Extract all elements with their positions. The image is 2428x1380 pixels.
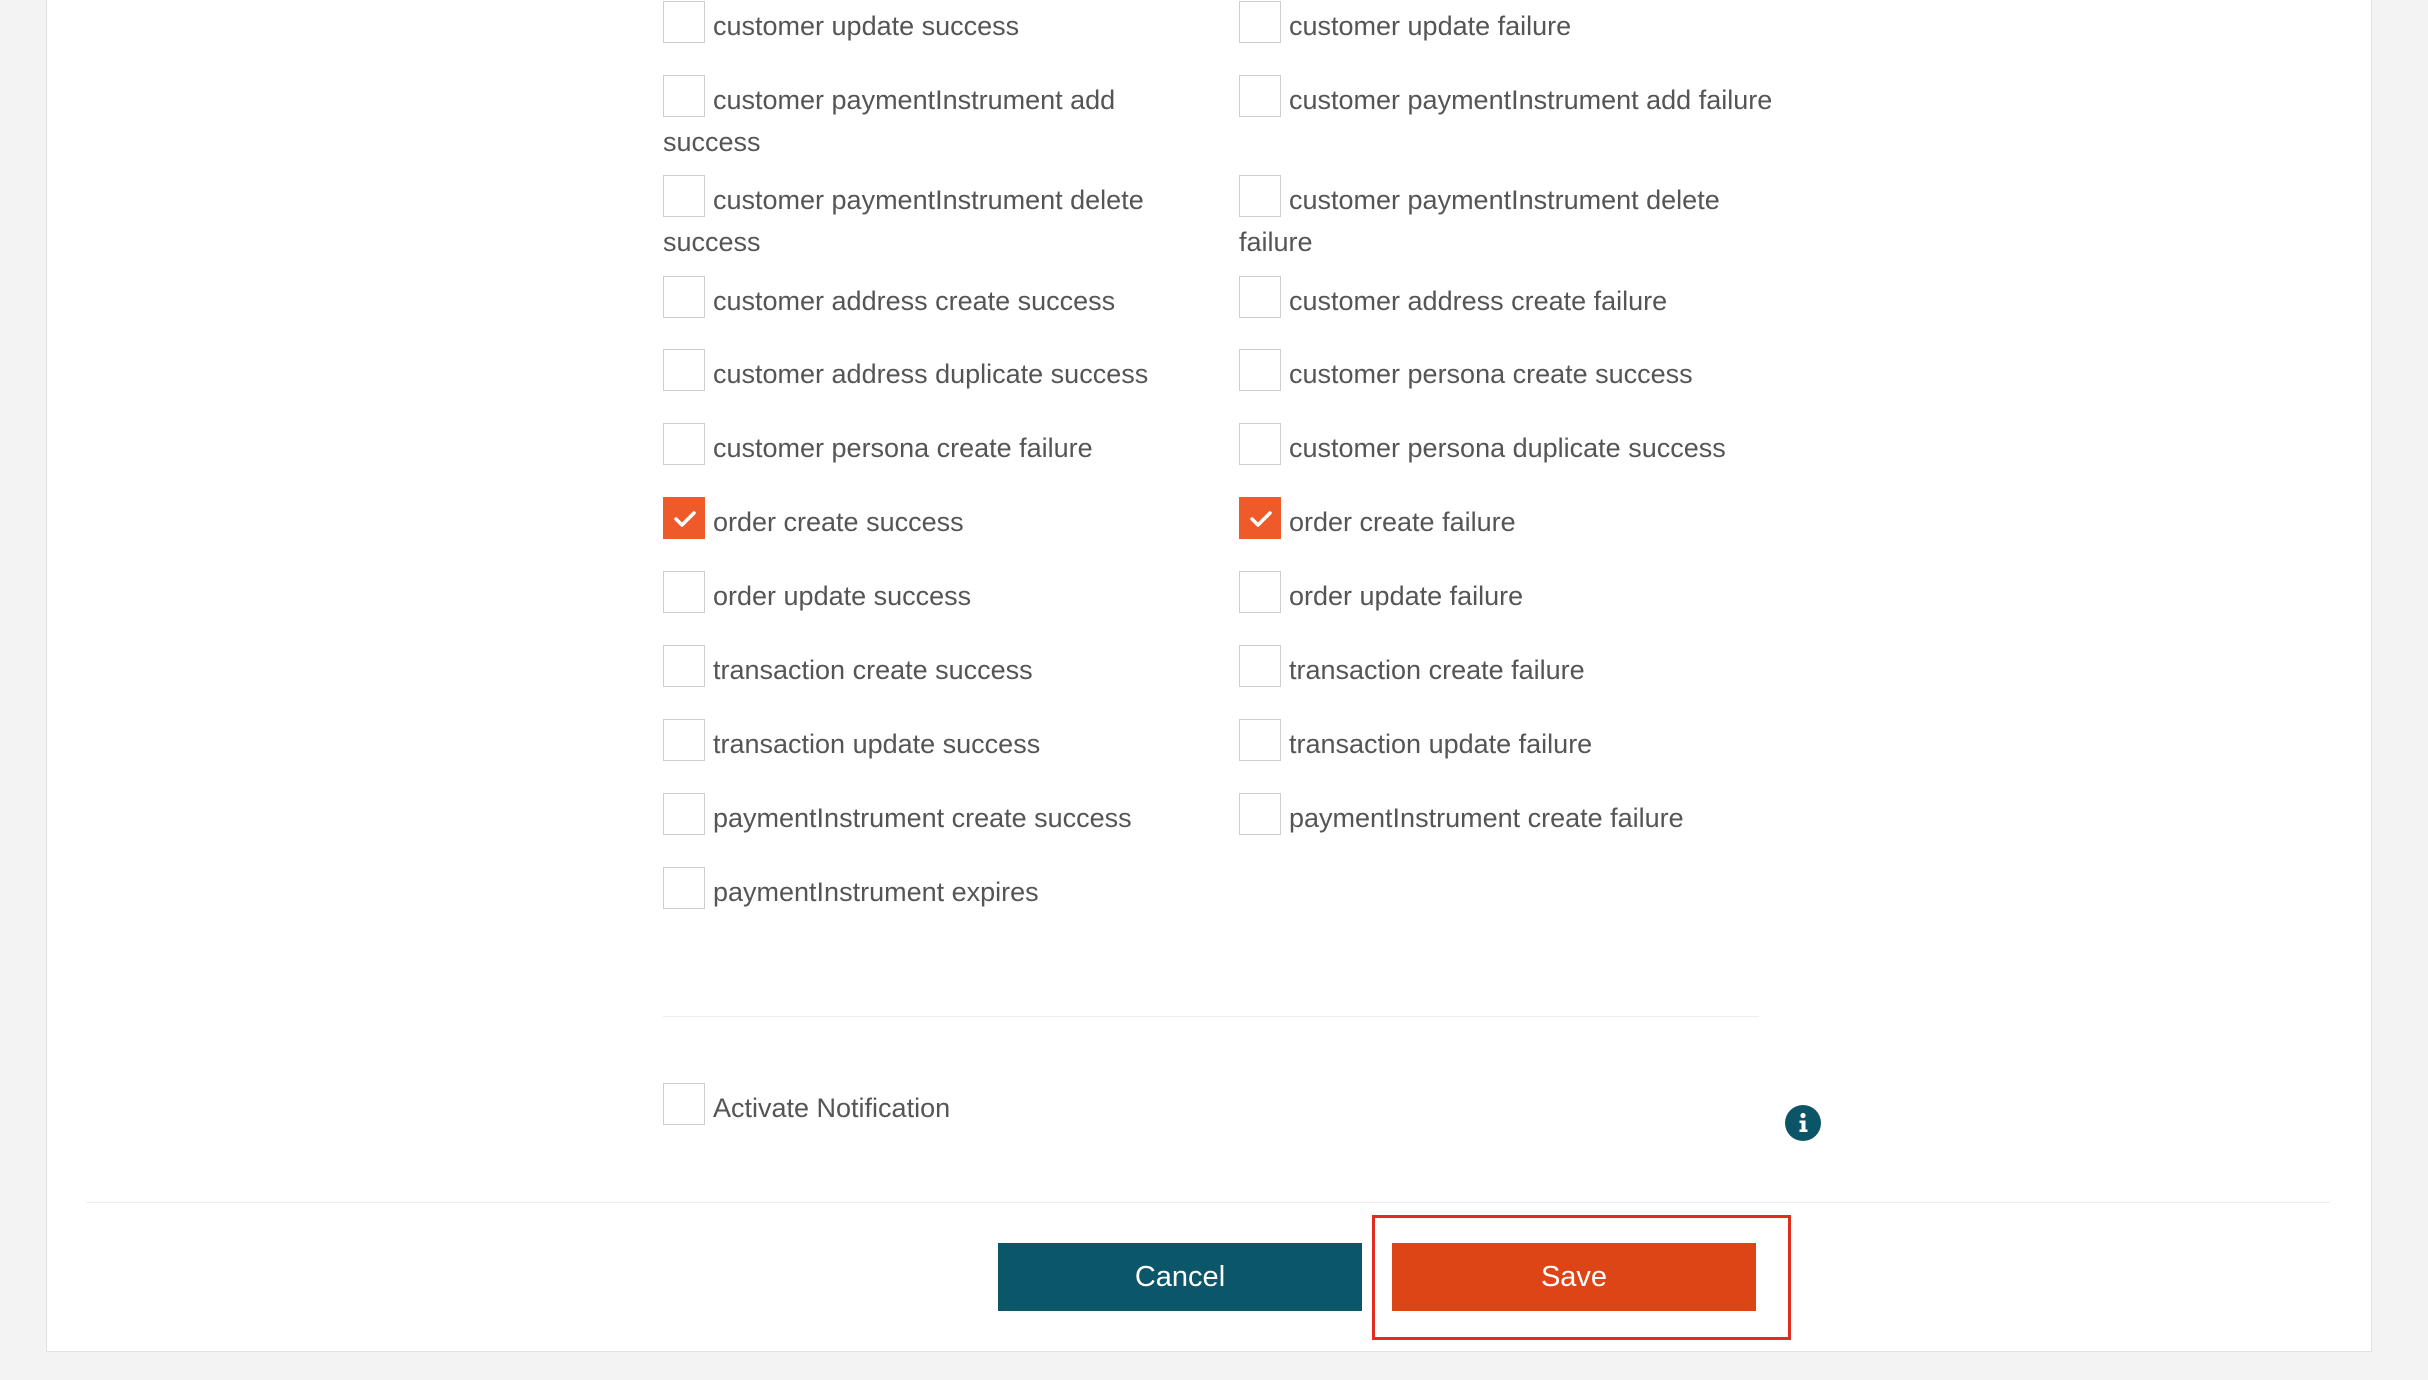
checkbox-box[interactable]	[1239, 349, 1281, 391]
checkbox-label: customer update failure	[1289, 11, 1572, 41]
checkbox-customer-paymentinstrument-delete-success[interactable]: customer paymentInstrument delete succes…	[663, 175, 1203, 263]
checkbox-label: paymentInstrument expires	[713, 877, 1039, 907]
checkbox-transaction-update-success[interactable]: transaction update success	[663, 719, 1203, 765]
checkbox-box[interactable]	[663, 1, 705, 43]
checkbox-customer-persona-duplicate-success[interactable]: customer persona duplicate success	[1239, 423, 1779, 469]
checkbox-customer-paymentinstrument-add-success[interactable]: customer paymentInstrument add success	[663, 75, 1203, 163]
checkbox-label: paymentInstrument create success	[713, 803, 1132, 833]
checkbox-box[interactable]	[663, 276, 705, 318]
checkbox-label: transaction create failure	[1289, 655, 1585, 685]
checkbox-order-update-success[interactable]: order update success	[663, 571, 1203, 617]
checkbox-label: customer persona duplicate success	[1289, 433, 1726, 463]
checkbox-customer-paymentinstrument-add-failure[interactable]: customer paymentInstrument add failure	[1239, 75, 1779, 121]
checkbox-label: order update success	[713, 581, 972, 611]
checkbox-label: customer paymentInstrument delete failur…	[1239, 185, 1720, 257]
checkbox-customer-address-create-failure[interactable]: customer address create failure	[1239, 276, 1779, 322]
info-icon[interactable]	[1785, 1105, 1821, 1141]
checkbox-label: order create success	[713, 507, 964, 537]
checkbox-paymentinstrument-create-success[interactable]: paymentInstrument create success	[663, 793, 1203, 839]
checkbox-box[interactable]	[663, 423, 705, 465]
checkbox-box[interactable]	[663, 349, 705, 391]
checkbox-label: customer persona create failure	[713, 433, 1093, 463]
checkbox-paymentinstrument-create-failure[interactable]: paymentInstrument create failure	[1239, 793, 1779, 839]
checkbox-label: transaction update success	[713, 729, 1041, 759]
checkbox-customer-address-create-success[interactable]: customer address create success	[663, 276, 1203, 322]
checkbox-label: customer address create failure	[1289, 286, 1668, 316]
checkbox-box[interactable]	[1239, 645, 1281, 687]
checkbox-box-checked[interactable]	[1239, 497, 1281, 539]
checkbox-box[interactable]	[1239, 571, 1281, 613]
cancel-button[interactable]: Cancel	[998, 1243, 1362, 1311]
checkbox-box[interactable]	[1239, 719, 1281, 761]
checkbox-label: customer address duplicate success	[713, 359, 1149, 389]
checkbox-customer-persona-create-success[interactable]: customer persona create success	[1239, 349, 1779, 395]
notification-settings-panel	[46, 0, 2372, 1352]
checkbox-label: order update failure	[1289, 581, 1524, 611]
checkbox-box[interactable]	[663, 867, 705, 909]
checkbox-box[interactable]	[663, 1083, 705, 1125]
checkbox-order-create-failure[interactable]: order create failure	[1239, 497, 1779, 543]
checkbox-activate-notification[interactable]: Activate Notification	[663, 1083, 951, 1129]
checkbox-label: paymentInstrument create failure	[1289, 803, 1684, 833]
checkbox-transaction-create-failure[interactable]: transaction create failure	[1239, 645, 1779, 691]
checkbox-box[interactable]	[663, 645, 705, 687]
checkbox-label: transaction create success	[713, 655, 1033, 685]
checkbox-label: Activate Notification	[713, 1093, 951, 1123]
checkbox-paymentinstrument-expires[interactable]: paymentInstrument expires	[663, 867, 1203, 913]
checkbox-box[interactable]	[1239, 793, 1281, 835]
checkbox-box[interactable]	[663, 571, 705, 613]
checkbox-label: customer paymentInstrument add failure	[1289, 85, 1773, 115]
save-button[interactable]: Save	[1392, 1243, 1756, 1311]
checkbox-customer-address-duplicate-success[interactable]: customer address duplicate success	[663, 349, 1203, 395]
checkbox-box[interactable]	[663, 719, 705, 761]
checkbox-box-checked[interactable]	[663, 497, 705, 539]
checkbox-label: transaction update failure	[1289, 729, 1593, 759]
checkbox-customer-update-failure[interactable]: customer update failure	[1239, 1, 1779, 47]
check-icon	[674, 511, 696, 527]
checkbox-label: customer paymentInstrument delete succes…	[663, 185, 1144, 257]
checkbox-box[interactable]	[1239, 75, 1281, 117]
checkbox-box[interactable]	[1239, 1, 1281, 43]
checkbox-customer-paymentinstrument-delete-failure[interactable]: customer paymentInstrument delete failur…	[1239, 175, 1779, 263]
checkbox-customer-persona-create-failure[interactable]: customer persona create failure	[663, 423, 1203, 469]
checkbox-box[interactable]	[663, 75, 705, 117]
checkbox-order-update-failure[interactable]: order update failure	[1239, 571, 1779, 617]
checkbox-transaction-create-success[interactable]: transaction create success	[663, 645, 1203, 691]
checkbox-box[interactable]	[663, 793, 705, 835]
check-icon	[1250, 511, 1272, 527]
checkbox-label: order create failure	[1289, 507, 1516, 537]
checkbox-label: customer update success	[713, 11, 1020, 41]
checkbox-label: customer paymentInstrument add success	[663, 85, 1116, 157]
checkbox-box[interactable]	[663, 175, 705, 217]
checkbox-box[interactable]	[1239, 175, 1281, 217]
info-glyph	[1799, 1112, 1808, 1132]
checkbox-label: customer address create success	[713, 286, 1116, 316]
checkbox-label: customer persona create success	[1289, 359, 1693, 389]
checkbox-transaction-update-failure[interactable]: transaction update failure	[1239, 719, 1779, 765]
checkbox-box[interactable]	[1239, 276, 1281, 318]
checkbox-order-create-success[interactable]: order create success	[663, 497, 1203, 543]
checkbox-box[interactable]	[1239, 423, 1281, 465]
footer-divider	[86, 1202, 2330, 1203]
section-divider	[663, 1016, 1759, 1017]
checkbox-customer-update-success[interactable]: customer update success	[663, 1, 1203, 47]
